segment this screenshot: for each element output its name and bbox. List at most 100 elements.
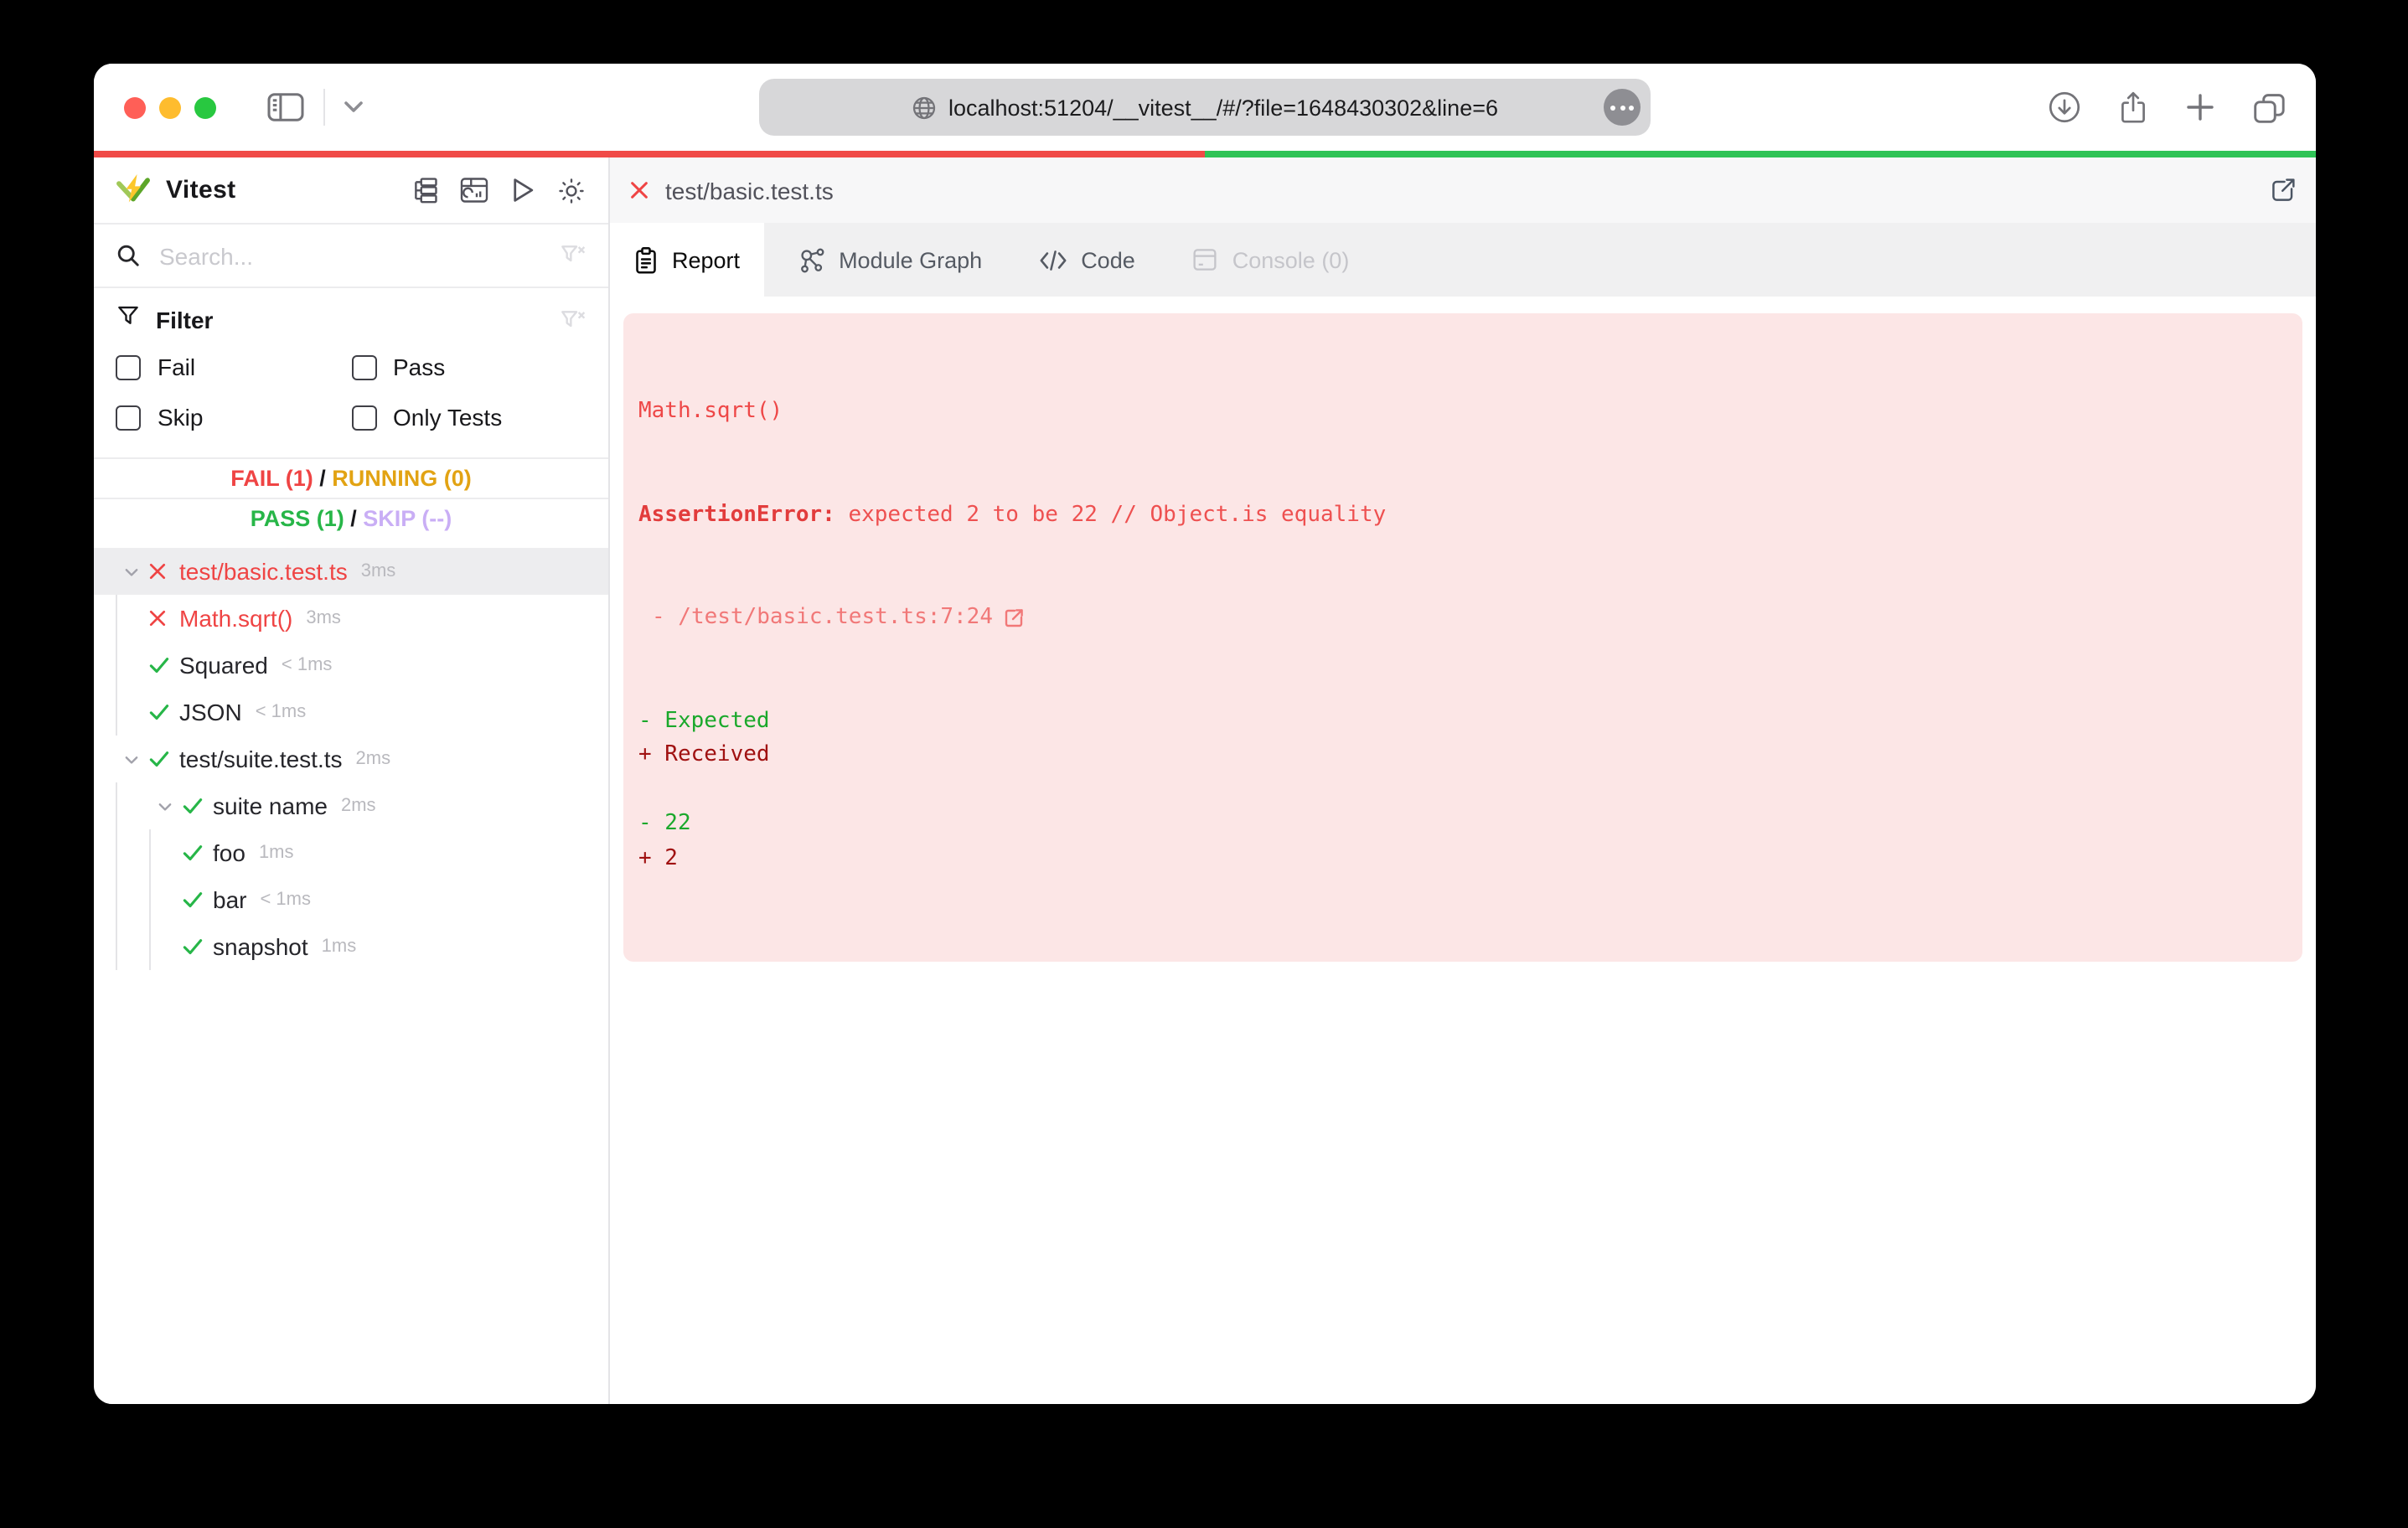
- skip-count: SKIP (--): [363, 506, 452, 531]
- share-icon[interactable]: [2118, 90, 2148, 125]
- test-tree-row[interactable]: test/basic.test.ts 3ms: [94, 548, 608, 595]
- console-icon: [1192, 246, 1219, 273]
- fail-count: FAIL (1): [230, 466, 313, 491]
- minimize-window-button[interactable]: [159, 96, 181, 118]
- checkbox-icon[interactable]: [116, 405, 141, 430]
- failed-test-name: Math.sqrt(): [638, 399, 783, 424]
- test-duration: < 1ms: [281, 655, 333, 675]
- sidebar-header: Vitest: [94, 157, 608, 225]
- diff-line: - 22: [638, 811, 691, 836]
- clear-filters-icon[interactable]: [560, 307, 586, 333]
- filter-checkbox-only-tests[interactable]: Only Tests: [351, 404, 586, 431]
- code-icon: [1039, 247, 1067, 272]
- browser-window: localhost:51204/__vitest__/#/?file=16484…: [94, 64, 2316, 1404]
- diff-line: - Expected: [638, 708, 770, 733]
- progress-fail-segment: [94, 151, 1205, 157]
- tab-code[interactable]: Code: [1015, 223, 1159, 297]
- window-controls: [124, 96, 216, 118]
- screen: localhost:51204/__vitest__/#/?file=16484…: [0, 0, 2408, 1528]
- diff-line: [638, 773, 2286, 808]
- tab-label: Console (0): [1232, 247, 1350, 272]
- test-tree-row[interactable]: Squared < 1ms: [94, 642, 608, 689]
- summary-row-pass-skip: PASS (1) / SKIP (--): [250, 506, 452, 531]
- filter-checkbox-skip[interactable]: Skip: [116, 404, 351, 431]
- maximize-window-button[interactable]: [194, 96, 216, 118]
- sidebar-toggle-icon[interactable]: [266, 90, 305, 124]
- filter-icon: [116, 303, 141, 337]
- diff-line: + 2: [638, 845, 678, 870]
- test-tree-row[interactable]: test/suite.test.ts 2ms: [94, 736, 608, 782]
- chevron-down-icon[interactable]: [344, 101, 364, 114]
- filter-section: Filter Fail Pass Skip Only Tests: [94, 288, 608, 459]
- app-title: Vitest: [166, 176, 236, 204]
- test-tree: test/basic.test.ts 3ms Math.sqrt() 3ms Squar…: [94, 538, 608, 1404]
- more-options-icon[interactable]: [1604, 89, 1641, 126]
- search-bar: [94, 225, 608, 288]
- test-tree-row[interactable]: bar < 1ms: [94, 876, 608, 923]
- file-title: test/basic.test.ts: [665, 177, 834, 204]
- checkbox-icon[interactable]: [116, 354, 141, 379]
- checkbox-icon[interactable]: [351, 405, 376, 430]
- test-tree-row[interactable]: suite name 2ms: [94, 782, 608, 829]
- filter-checkbox-pass[interactable]: Pass: [351, 354, 586, 380]
- test-tree-row[interactable]: foo 1ms: [94, 829, 608, 876]
- tab-module-graph[interactable]: Module Graph: [773, 223, 1005, 297]
- tab-label: Code: [1081, 247, 1135, 272]
- report-view: Math.sqrt() AssertionError: expected 2 t…: [610, 297, 2316, 1404]
- download-icon[interactable]: [2048, 90, 2081, 124]
- tab-report[interactable]: Report: [610, 223, 764, 297]
- clipboard-icon: [633, 245, 659, 274]
- error-report: Math.sqrt() AssertionError: expected 2 t…: [623, 313, 2302, 962]
- fail-icon: [147, 608, 179, 628]
- test-tree-row[interactable]: Math.sqrt() 3ms: [94, 595, 608, 642]
- toggle-theme-icon[interactable]: [556, 175, 586, 205]
- tab-label: Report: [672, 247, 741, 272]
- pass-icon: [181, 935, 213, 958]
- expand-tree-icon[interactable]: [411, 176, 439, 204]
- pass-icon: [181, 794, 213, 818]
- address-bar[interactable]: localhost:51204/__vitest__/#/?file=16484…: [759, 79, 1651, 136]
- fail-icon: [628, 179, 650, 201]
- test-label: test/basic.test.ts: [179, 558, 348, 585]
- tab-label: Module Graph: [839, 247, 983, 272]
- test-duration: 2ms: [355, 749, 391, 769]
- chevron-down-icon[interactable]: [147, 797, 181, 815]
- pass-count: PASS (1): [250, 506, 344, 531]
- tab-overview-icon[interactable]: [2252, 91, 2286, 123]
- open-in-editor-icon[interactable]: [2269, 176, 2297, 204]
- running-count: RUNNING (0): [332, 466, 472, 491]
- main-panel: test/basic.test.ts Report Module Graph C…: [610, 157, 2316, 1404]
- test-tree-row[interactable]: JSON < 1ms: [94, 689, 608, 736]
- dashboard-icon[interactable]: [459, 176, 489, 204]
- pass-icon: [181, 841, 213, 865]
- pass-icon: [181, 888, 213, 911]
- chevron-down-icon[interactable]: [114, 562, 147, 581]
- globe-icon: [912, 95, 937, 120]
- checkbox-icon[interactable]: [351, 354, 376, 379]
- file-header: test/basic.test.ts: [610, 157, 2316, 223]
- search-input[interactable]: [156, 240, 545, 271]
- indent-guide: [116, 876, 117, 923]
- test-label: Squared: [179, 652, 268, 679]
- run-all-icon[interactable]: [509, 176, 536, 204]
- tab-console: Console (0): [1169, 223, 1373, 297]
- test-tree-row[interactable]: snapshot 1ms: [94, 923, 608, 970]
- error-message-line: AssertionError: expected 2 to be 22 // O…: [638, 502, 1387, 527]
- module-graph-icon: [797, 245, 825, 274]
- stack-trace-link[interactable]: - /test/basic.test.ts:7:24: [638, 601, 2286, 636]
- clear-search-filter-icon[interactable]: [560, 243, 586, 268]
- test-label: bar: [213, 886, 247, 913]
- checkbox-label: Pass: [393, 354, 446, 380]
- chevron-down-icon[interactable]: [114, 750, 147, 768]
- vitest-logo: [116, 173, 151, 208]
- close-window-button[interactable]: [124, 96, 146, 118]
- filter-checkbox-fail[interactable]: Fail: [116, 354, 351, 380]
- test-duration: < 1ms: [255, 702, 307, 722]
- test-duration: 3ms: [360, 561, 396, 581]
- external-link-icon: [1004, 609, 1022, 627]
- indent-guide: [116, 923, 117, 970]
- new-tab-icon[interactable]: [2185, 92, 2215, 122]
- test-duration: 1ms: [258, 843, 294, 863]
- test-label: Math.sqrt(): [179, 605, 293, 632]
- test-duration: 3ms: [306, 608, 341, 628]
